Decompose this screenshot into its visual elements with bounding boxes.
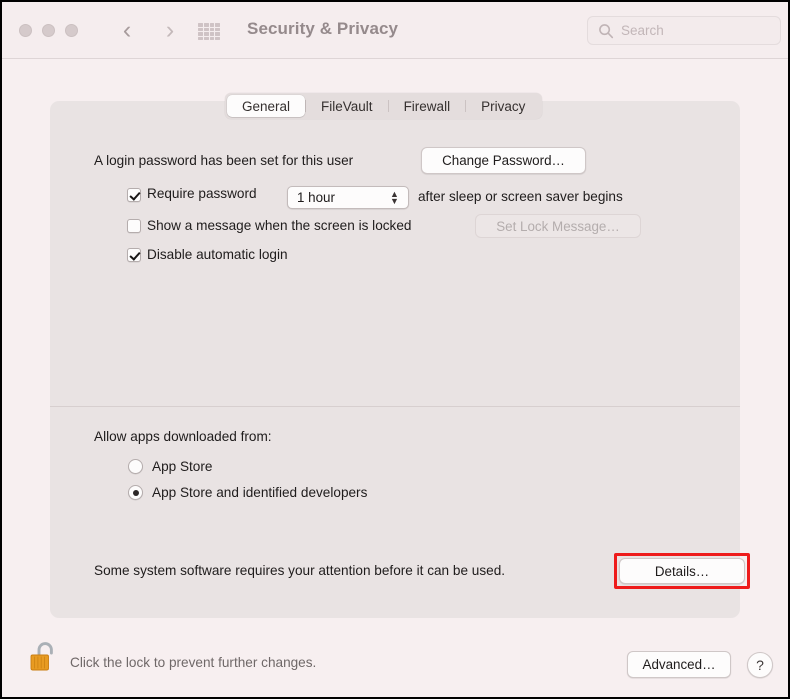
radio-app-store-and-identified-developers[interactable] (128, 485, 143, 500)
tab-privacy-label: Privacy (481, 98, 526, 114)
forward-arrow-icon[interactable]: › (157, 17, 183, 45)
preferences-content-panel: General FileVault Firewall Privacy A log… (50, 93, 740, 618)
tab-filevault-label: FileVault (321, 98, 373, 114)
radio-app-store-and-identified-developers-label: App Store and identified developers (152, 485, 368, 500)
tab-filevault[interactable]: FileVault (306, 95, 388, 117)
advanced-button[interactable]: Advanced… (627, 651, 731, 678)
lock-status-text: Click the lock to prevent further change… (70, 655, 317, 670)
require-password-suffix-label: after sleep or screen saver begins (418, 189, 623, 204)
disable-automatic-login-checkbox[interactable] (127, 248, 141, 262)
change-password-button[interactable]: Change Password… (421, 147, 586, 174)
search-input[interactable]: Search (587, 16, 781, 45)
chevron-up-down-icon: ▲ ▼ (390, 189, 399, 206)
window-toolbar: ‹ › Security & Privacy Search (2, 2, 788, 59)
login-password-status-text: A login password has been set for this u… (94, 153, 354, 168)
back-arrow-icon[interactable]: ‹ (114, 17, 140, 45)
unlocked-padlock-icon[interactable] (28, 638, 60, 676)
close-window-button[interactable] (19, 24, 32, 37)
show-lock-message-label: Show a message when the screen is locked (147, 218, 412, 233)
allow-apps-heading: Allow apps downloaded from: (94, 429, 272, 444)
require-password-delay-select[interactable]: 1 hour ▲ ▼ (287, 186, 409, 209)
tab-bar: General FileVault Firewall Privacy (225, 93, 543, 119)
security-privacy-window: ‹ › Security & Privacy Search General Fi… (0, 0, 790, 699)
show-lock-message-checkbox[interactable] (127, 219, 141, 233)
tab-firewall[interactable]: Firewall (389, 95, 466, 117)
help-button[interactable]: ? (747, 652, 773, 678)
search-icon (598, 23, 614, 39)
require-password-checkbox[interactable] (127, 188, 141, 202)
tab-firewall-label: Firewall (403, 98, 451, 114)
require-password-delay-value: 1 hour (297, 190, 335, 205)
show-all-grid-icon[interactable] (198, 23, 220, 40)
tab-general-label: General (242, 98, 291, 114)
section-divider (50, 406, 740, 407)
search-placeholder-text: Search (621, 23, 664, 38)
disable-automatic-login-label: Disable automatic login (147, 247, 288, 262)
radio-app-store-label: App Store (152, 459, 213, 474)
page-title: Security & Privacy (247, 19, 399, 38)
set-lock-message-button[interactable]: Set Lock Message… (475, 214, 641, 238)
radio-app-store[interactable] (128, 459, 143, 474)
zoom-window-button[interactable] (65, 24, 78, 37)
system-software-attention-text: Some system software requires your atten… (94, 563, 506, 578)
details-button[interactable]: Details… (619, 558, 745, 584)
require-password-label: Require password (147, 186, 257, 201)
minimize-window-button[interactable] (42, 24, 55, 37)
tab-privacy[interactable]: Privacy (466, 95, 540, 117)
tab-general[interactable]: General (227, 95, 306, 117)
